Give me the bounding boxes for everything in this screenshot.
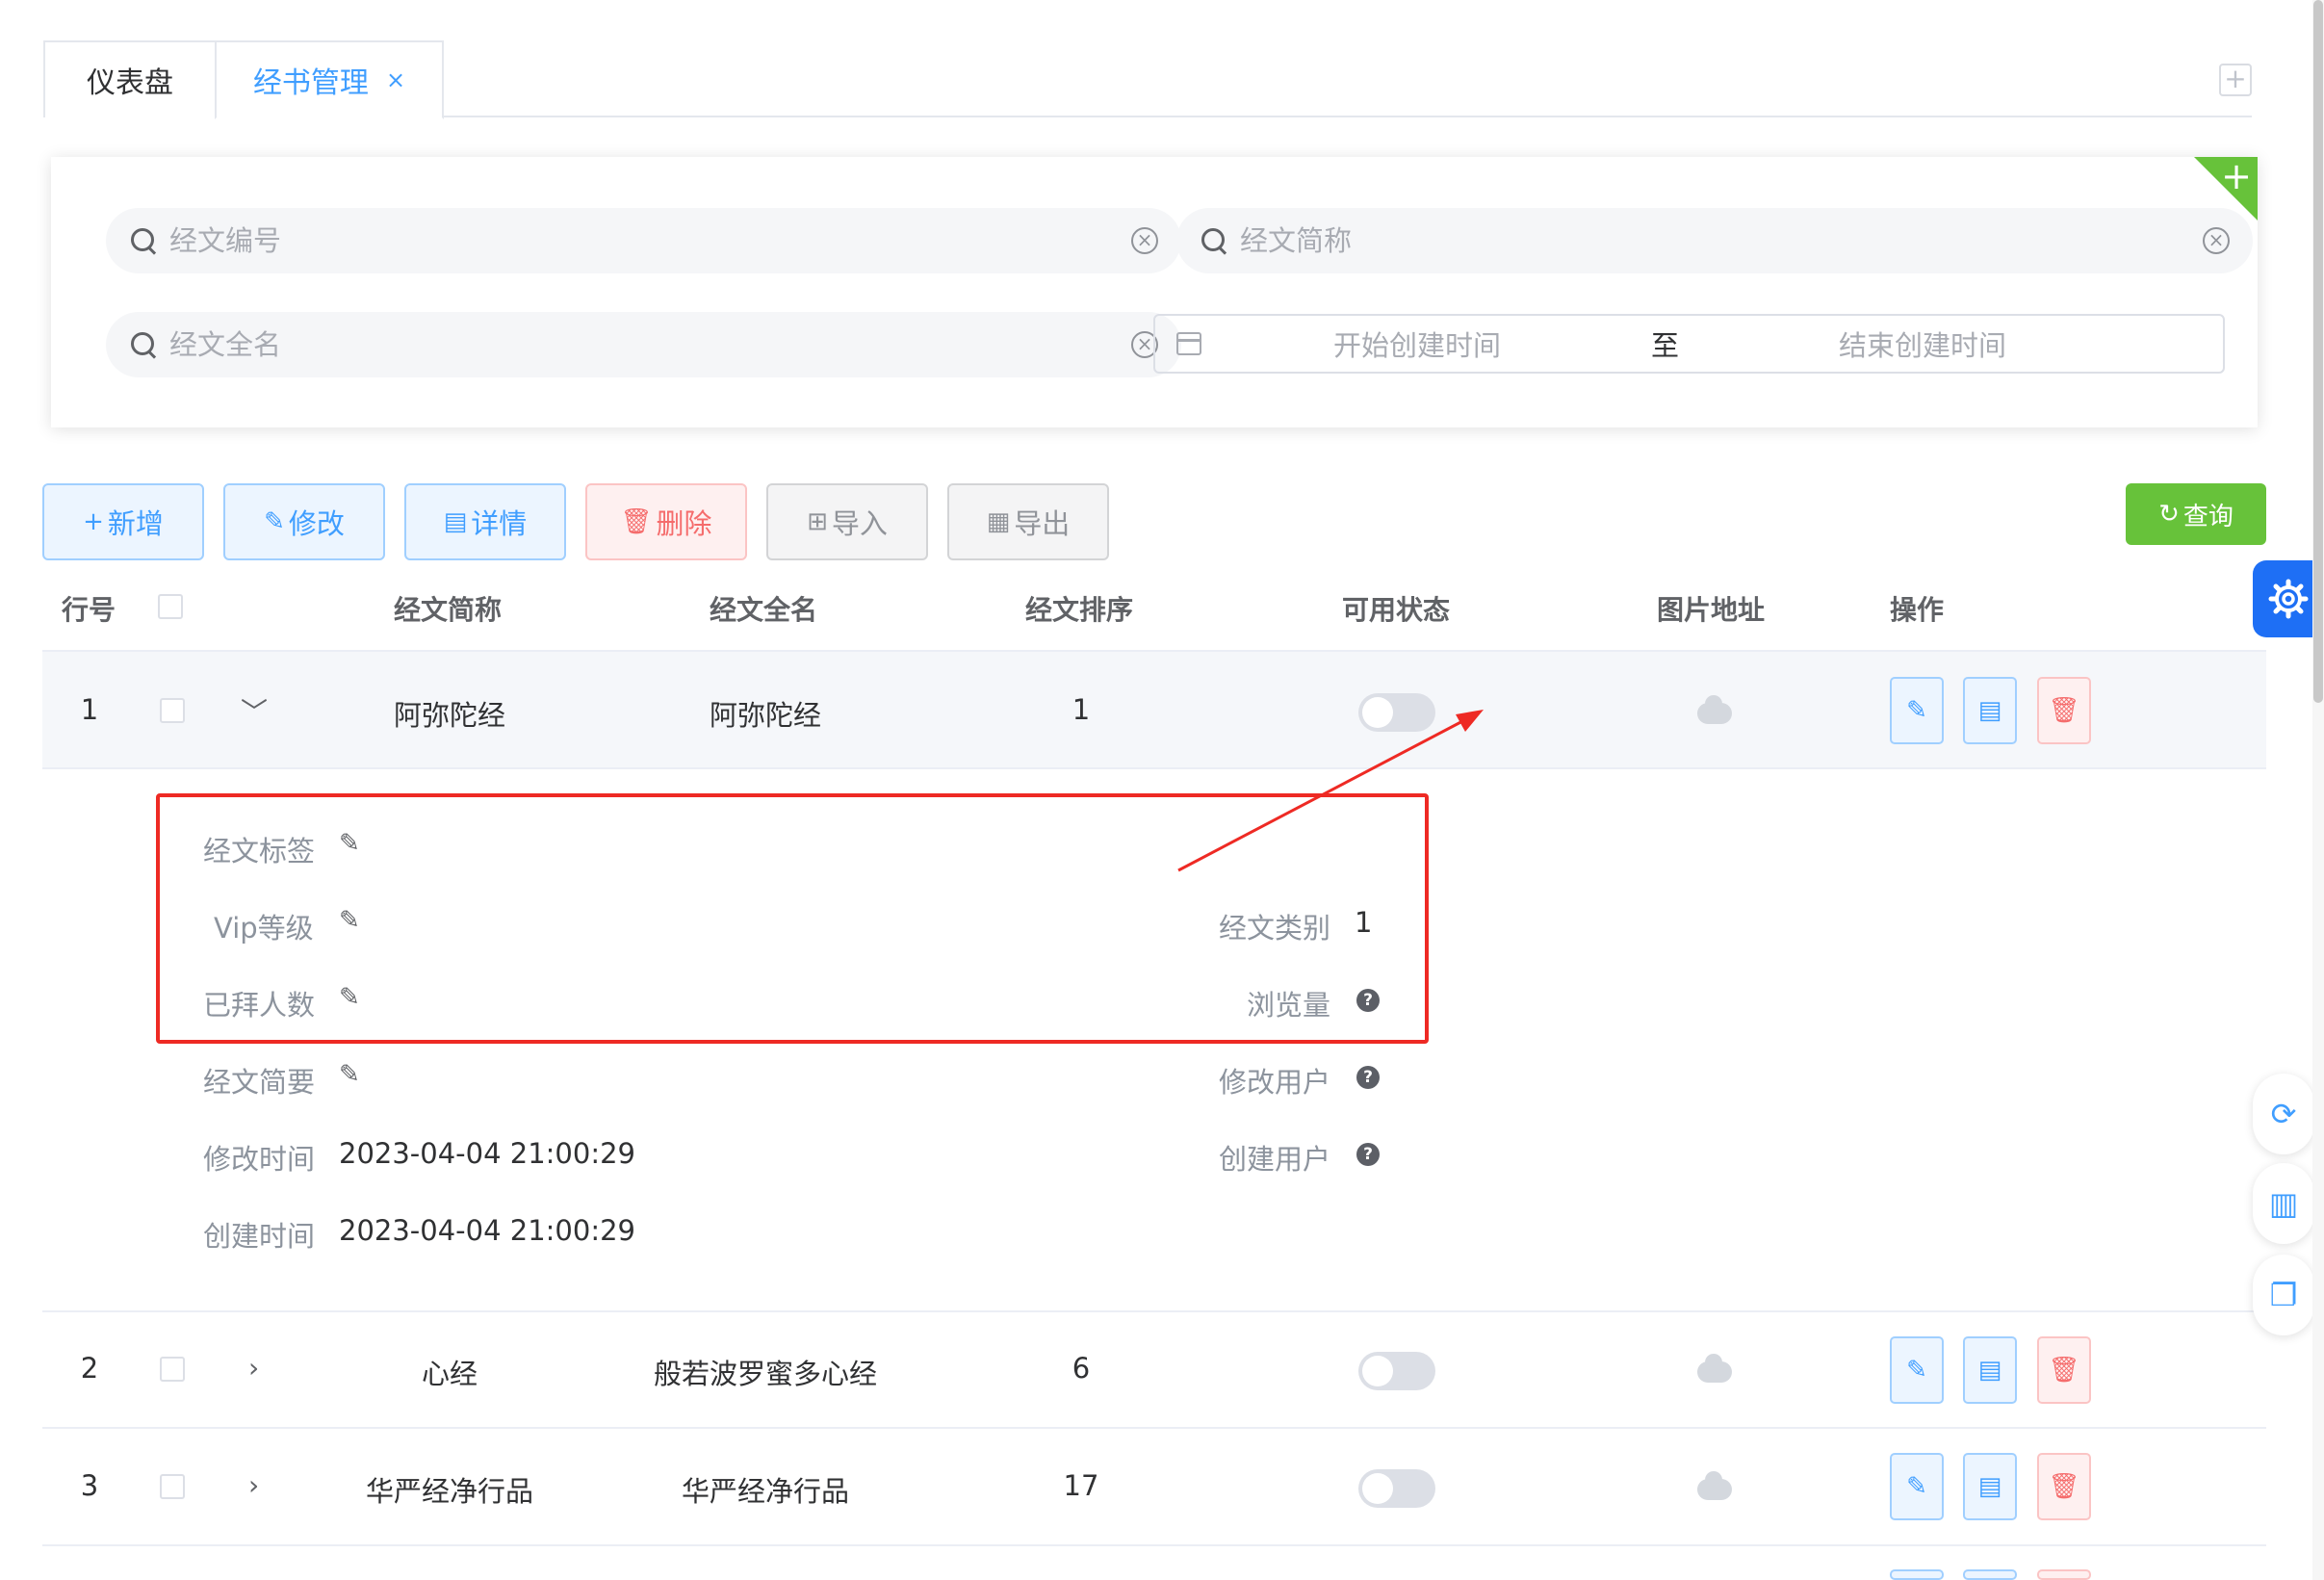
row-edit-button[interactable]: ✎ — [1890, 1453, 1944, 1520]
row-delete-button[interactable]: 🗑 — [2037, 1336, 2091, 1404]
row-full-name: 华严经净行品 — [681, 1475, 850, 1508]
row-checkbox[interactable] — [160, 1357, 185, 1382]
row-full-name: 般若波罗蜜多心经 — [653, 1358, 878, 1390]
row-delete-button[interactable] — [2037, 1569, 2091, 1580]
row-short-name: 华严经净行品 — [365, 1475, 534, 1508]
row-detail-button[interactable]: ▤ — [1963, 1453, 2017, 1520]
document-icon: ▤ — [1977, 1356, 2002, 1385]
row-detail-button[interactable]: ▤ — [1963, 1336, 2017, 1404]
row-sort: 17 — [1063, 1469, 1099, 1502]
row-divider — [42, 1544, 2266, 1546]
page: 仪表盘 经书管理 × + + × × × 开始创建时间 至 结束创建 — [0, 0, 2324, 1580]
chevron-right-icon[interactable]: › — [248, 1469, 259, 1501]
row-checkbox[interactable] — [160, 1474, 185, 1499]
trash-icon: 🗑 — [2048, 1356, 2080, 1385]
pencil-icon: ✎ — [1906, 1356, 1927, 1385]
notebook-icon: ▥ — [2268, 1185, 2299, 1222]
row-number: 3 — [80, 1469, 99, 1502]
status-toggle[interactable] — [1358, 1352, 1435, 1390]
pencil-icon: ✎ — [1906, 1472, 1927, 1501]
chevron-right-icon[interactable]: › — [248, 1352, 259, 1384]
row-short-name: 心经 — [421, 1358, 478, 1390]
trash-icon: 🗑 — [2048, 1472, 2080, 1501]
refresh-icon: ⟳ — [2270, 1096, 2297, 1132]
guide-float-button[interactable]: ❐ — [2253, 1255, 2314, 1335]
row-edit-button[interactable]: ✎ — [1890, 1336, 1944, 1404]
status-toggle[interactable] — [1358, 1469, 1435, 1508]
row-edit-button[interactable] — [1890, 1569, 1944, 1580]
gear-icon — [2268, 579, 2309, 619]
image-placeholder-icon — [1697, 1354, 1732, 1383]
guide-icon: ❐ — [2269, 1277, 2298, 1313]
image-placeholder-icon — [1697, 1471, 1732, 1500]
scrollbar-thumb[interactable] — [2313, 0, 2323, 703]
notebook-float-button[interactable]: ▥ — [2253, 1163, 2314, 1244]
row-sort: 6 — [1072, 1352, 1091, 1385]
refresh-float-button[interactable]: ⟳ — [2253, 1074, 2314, 1154]
document-icon: ▤ — [1977, 1472, 2002, 1501]
row-number: 2 — [80, 1352, 99, 1385]
row-delete-button[interactable]: 🗑 — [2037, 1453, 2091, 1520]
row-detail-button[interactable] — [1963, 1569, 2017, 1580]
